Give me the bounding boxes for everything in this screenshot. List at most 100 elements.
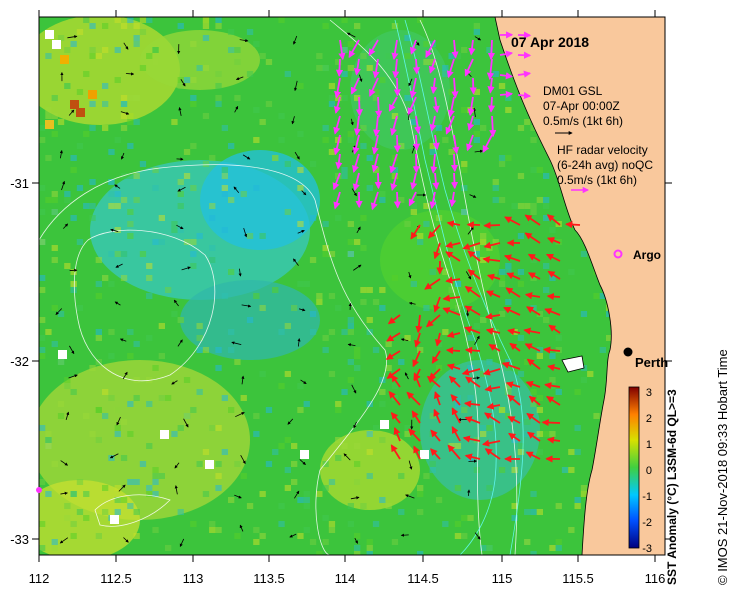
sst-pixel [498,281,506,287]
sst-pixel [593,413,600,419]
sst-pixel [83,131,90,137]
sst-pixel [76,479,84,485]
sst-pixel [45,491,52,497]
sst-pixel [580,311,588,317]
sst-pixel [70,215,77,221]
colorbar-tick: -2 [642,517,652,529]
sst-pixel [228,197,235,203]
glider-vector [375,96,383,118]
sst-pixel [574,389,581,395]
sst-pixel [215,485,222,491]
sst-pixel [108,203,115,209]
sst-pixel [215,71,222,77]
sst-pixel [486,425,493,431]
sst-pixel [83,71,90,77]
sst-pixel [404,221,411,227]
sst-pixel [517,233,525,239]
sst-patch [320,430,420,510]
sst-pixel [309,161,317,167]
sst-pixel [190,95,197,101]
sst-pixel [152,479,159,485]
sst-pixel [347,359,354,365]
sst-pixel [448,89,455,95]
sst-pixel [215,23,222,29]
sst-pixel [297,83,304,89]
sst-pixel [511,467,518,473]
glider-vector [450,172,459,190]
sst-pixel [347,239,354,245]
sst-pixel [536,431,543,437]
sst-pixel [57,119,65,125]
sst-pixel [498,83,506,89]
sst-pixel [127,353,134,359]
sst-pixel [530,509,537,515]
sst-pixel [543,317,550,323]
sst-pixel [461,533,468,539]
sst-pixel [95,329,102,335]
sst-pixel [580,377,588,383]
sst-pixel [127,479,134,485]
hf-radar-vector [541,418,561,427]
sst-pixel [574,503,581,509]
sst-pixel [291,443,298,449]
sst-pixel [171,119,178,125]
sst-pixel [297,383,304,389]
sst-pixel [423,305,430,311]
sst-pixel [568,269,575,275]
sst-pixel [45,437,52,443]
sst-pixel [517,281,525,287]
sst-pixel [114,191,121,197]
sst-pixel [366,431,373,437]
sst-pixel [108,281,115,287]
sst-pixel [221,167,228,173]
sst-pixel [139,161,147,167]
sst-pixel [102,125,109,131]
sst-pixel [309,215,317,221]
sst-pixel [133,197,140,203]
sst-pixel [328,521,336,527]
sst-pixel [45,53,52,59]
date-label: 07 Apr 2018 [511,34,589,50]
sst-pixel [133,533,140,539]
sst-pixel [114,509,121,515]
sst-pixel [133,119,140,125]
sst-pixel [498,467,506,473]
sst-pixel [246,503,254,509]
sst-pixel [108,251,115,257]
sst-pixel [95,53,102,59]
glider-vector [487,96,496,113]
sst-pixel [435,497,443,503]
glider-vector [499,90,514,98]
hf-radar-vector [483,221,501,230]
sst-pixel [372,425,380,431]
sst-pixel [183,413,191,419]
sst-pixel [146,491,153,497]
sst-pixel [278,521,285,527]
sst-pixel [51,305,58,311]
sst-pixel [360,53,367,59]
sst-pixel [505,95,512,101]
sst-pixel [228,407,235,413]
sst-pixel [372,299,380,305]
sst-pixel [196,65,203,71]
sst-pixel [322,23,329,29]
sst-pixel [366,155,373,161]
sst-pixel [454,443,462,449]
sst-pixel [341,173,348,179]
sst-pixel [133,173,140,179]
sst-pixel [102,275,109,281]
sst-pixel [347,329,354,335]
sst-pixel [89,365,96,371]
sst-pixel [127,119,134,125]
sst-pixel [209,203,216,209]
sst-pixel [221,395,228,401]
sst-pixel [259,533,266,539]
sst-pixel [530,167,537,173]
sst-pixel [76,29,84,35]
sst-pixel [64,515,71,521]
sst-pixel [234,95,241,101]
sst-pixel [259,233,266,239]
sst-pixel [549,431,556,437]
sst-pixel [139,17,147,23]
sst-pixel [240,191,247,197]
